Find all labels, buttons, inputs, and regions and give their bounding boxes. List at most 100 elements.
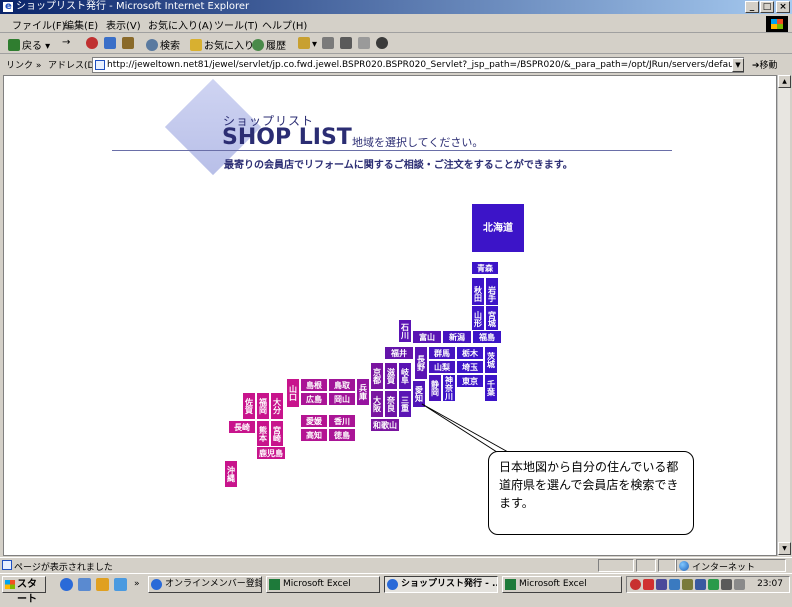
prefecture-ishikawa[interactable]: 石川 [398, 319, 412, 343]
prefecture-gunma[interactable]: 群馬 [428, 346, 456, 360]
menu-help[interactable]: ヘルプ(H) [262, 17, 307, 32]
prefecture-kumamoto[interactable]: 熊本 [256, 420, 270, 448]
prefecture-tokushima[interactable]: 徳島 [328, 428, 356, 442]
mail-button[interactable]: ▾ [298, 37, 317, 50]
tray-app-icon[interactable] [656, 579, 667, 590]
prefecture-fukuoka[interactable]: 福岡 [256, 392, 270, 420]
edit-icon [340, 37, 352, 49]
prefecture-kyoto[interactable]: 京都 [370, 362, 384, 390]
messenger-button[interactable] [376, 37, 390, 50]
print-button[interactable] [322, 37, 336, 50]
prefecture-shiga[interactable]: 滋賀 [384, 362, 398, 390]
task-shop-list[interactable]: ショップリスト発行 - ... [384, 576, 498, 593]
home-icon [122, 37, 134, 49]
ie-task-icon [151, 579, 162, 590]
mail-icon [298, 37, 310, 49]
excel-icon [505, 579, 516, 590]
close-button[interactable]: × [776, 1, 790, 13]
menu-favorites[interactable]: お気に入り(A) [148, 17, 213, 32]
quicklaunch-more-icon[interactable]: » [134, 579, 140, 589]
excel-icon [269, 579, 280, 590]
vertical-scrollbar[interactable]: ▲ ▼ [777, 75, 791, 556]
prefecture-miyazaki[interactable]: 宮崎 [270, 420, 284, 448]
prefecture-saga[interactable]: 佐賀 [242, 392, 256, 420]
prefecture-nagano[interactable]: 長野 [414, 346, 428, 380]
task-excel-1[interactable]: Microsoft Excel [266, 576, 380, 593]
prefecture-aomori[interactable]: 青森 [471, 261, 499, 275]
prefecture-shimane[interactable]: 島根 [300, 378, 328, 392]
menu-edit[interactable]: 編集(E) [64, 17, 98, 32]
prefecture-ibaraki[interactable]: 茨城 [484, 346, 498, 374]
links-label[interactable]: リンク » [6, 58, 41, 71]
back-button[interactable]: 戻る ▾ [8, 37, 50, 52]
outlook-quicklaunch-icon[interactable] [114, 578, 127, 591]
title-bar: ショップリスト発行 - Microsoft Internet Explorer … [0, 0, 792, 14]
prefecture-tottori[interactable]: 鳥取 [328, 378, 356, 392]
prefecture-wakayama[interactable]: 和歌山 [370, 418, 400, 432]
prefecture-yamagata[interactable]: 山形 [471, 305, 485, 333]
prefecture-oita[interactable]: 大分 [270, 392, 284, 420]
monitor-icon[interactable] [695, 579, 706, 590]
address-dropdown[interactable]: ▼ [732, 58, 744, 72]
tray-app-icon[interactable] [643, 579, 654, 590]
address-input[interactable]: http://jeweltown.net81/jewel/servlet/jp.… [92, 57, 744, 73]
favorites-button[interactable]: お気に入り [190, 37, 254, 52]
forward-button[interactable]: → [62, 37, 70, 48]
start-button[interactable]: スタート [2, 576, 46, 605]
menu-bar: ファイル(F) 編集(E) 表示(V) お気に入り(A) ツール(T) ヘルプ(… [0, 15, 792, 33]
ie-quicklaunch-icon[interactable] [60, 578, 73, 591]
stop-button[interactable] [86, 37, 100, 50]
prefecture-saitama[interactable]: 埼玉 [456, 360, 484, 374]
prefecture-fukui[interactable]: 福井 [384, 346, 414, 360]
status-bar: ページが表示されました インターネット [0, 557, 792, 573]
prefecture-nara[interactable]: 奈良 [384, 390, 398, 418]
prefecture-ehime[interactable]: 愛媛 [300, 414, 328, 428]
minimize-button[interactable]: _ [745, 1, 759, 13]
search-button[interactable]: 検索 [146, 37, 180, 52]
ie-task-icon [387, 579, 398, 590]
menu-tools[interactable]: ツール(T) [214, 17, 258, 32]
tray-app-icon[interactable] [708, 579, 719, 590]
tray-app-icon[interactable] [734, 579, 745, 590]
ime-icon[interactable] [630, 579, 641, 590]
media-quicklaunch-icon[interactable] [96, 578, 109, 591]
prefecture-kagawa[interactable]: 香川 [328, 414, 356, 428]
desktop-quicklaunch-icon[interactable] [78, 578, 91, 591]
network-icon[interactable] [669, 579, 680, 590]
internet-zone-icon [679, 561, 689, 571]
prefecture-miyagi[interactable]: 宮城 [485, 305, 499, 333]
menu-view[interactable]: 表示(V) [106, 17, 141, 32]
menu-file[interactable]: ファイル(F) [12, 17, 66, 32]
prefecture-fukushima[interactable]: 福島 [472, 330, 502, 344]
prefecture-hyogo[interactable]: 兵庫 [356, 378, 370, 406]
prefecture-nagasaki[interactable]: 長崎 [228, 420, 256, 434]
refresh-button[interactable] [104, 37, 118, 50]
prefecture-kochi[interactable]: 高知 [300, 428, 328, 442]
prefecture-tokyo[interactable]: 東京 [456, 374, 484, 388]
prefecture-osaka[interactable]: 大阪 [370, 390, 384, 418]
task-online-member[interactable]: オンラインメンバー登録 [148, 576, 262, 593]
prefecture-yamanashi[interactable]: 山梨 [428, 360, 456, 374]
task-excel-2[interactable]: Microsoft Excel [502, 576, 622, 593]
discuss-button[interactable] [358, 37, 372, 50]
prefecture-gifu[interactable]: 岐阜 [398, 362, 412, 390]
prefecture-okinawa[interactable]: 沖縄 [224, 460, 238, 488]
prefecture-tochigi[interactable]: 栃木 [456, 346, 484, 360]
browser-window: ショップリスト発行 - Microsoft Internet Explorer … [0, 0, 792, 605]
volume-icon[interactable] [682, 579, 693, 590]
prefecture-hiroshima[interactable]: 広島 [300, 392, 328, 406]
prefecture-niigata[interactable]: 新潟 [442, 330, 472, 344]
scroll-up-button[interactable]: ▲ [778, 75, 791, 88]
tray-app-icon[interactable] [721, 579, 732, 590]
prefecture-hokkaido[interactable]: 北海道 [471, 203, 525, 253]
history-button[interactable]: 履歴 [252, 37, 286, 52]
scroll-down-button[interactable]: ▼ [778, 542, 791, 555]
maximize-button[interactable]: □ [760, 1, 774, 13]
home-button[interactable] [122, 37, 136, 50]
prefecture-toyama[interactable]: 富山 [412, 330, 442, 344]
go-button[interactable]: ➔移動 [752, 58, 778, 71]
prefecture-yamaguchi[interactable]: 山口 [286, 378, 300, 408]
prefecture-okayama[interactable]: 岡山 [328, 392, 356, 406]
prefecture-kagoshima[interactable]: 鹿児島 [256, 446, 286, 460]
edit-button[interactable] [340, 37, 354, 50]
